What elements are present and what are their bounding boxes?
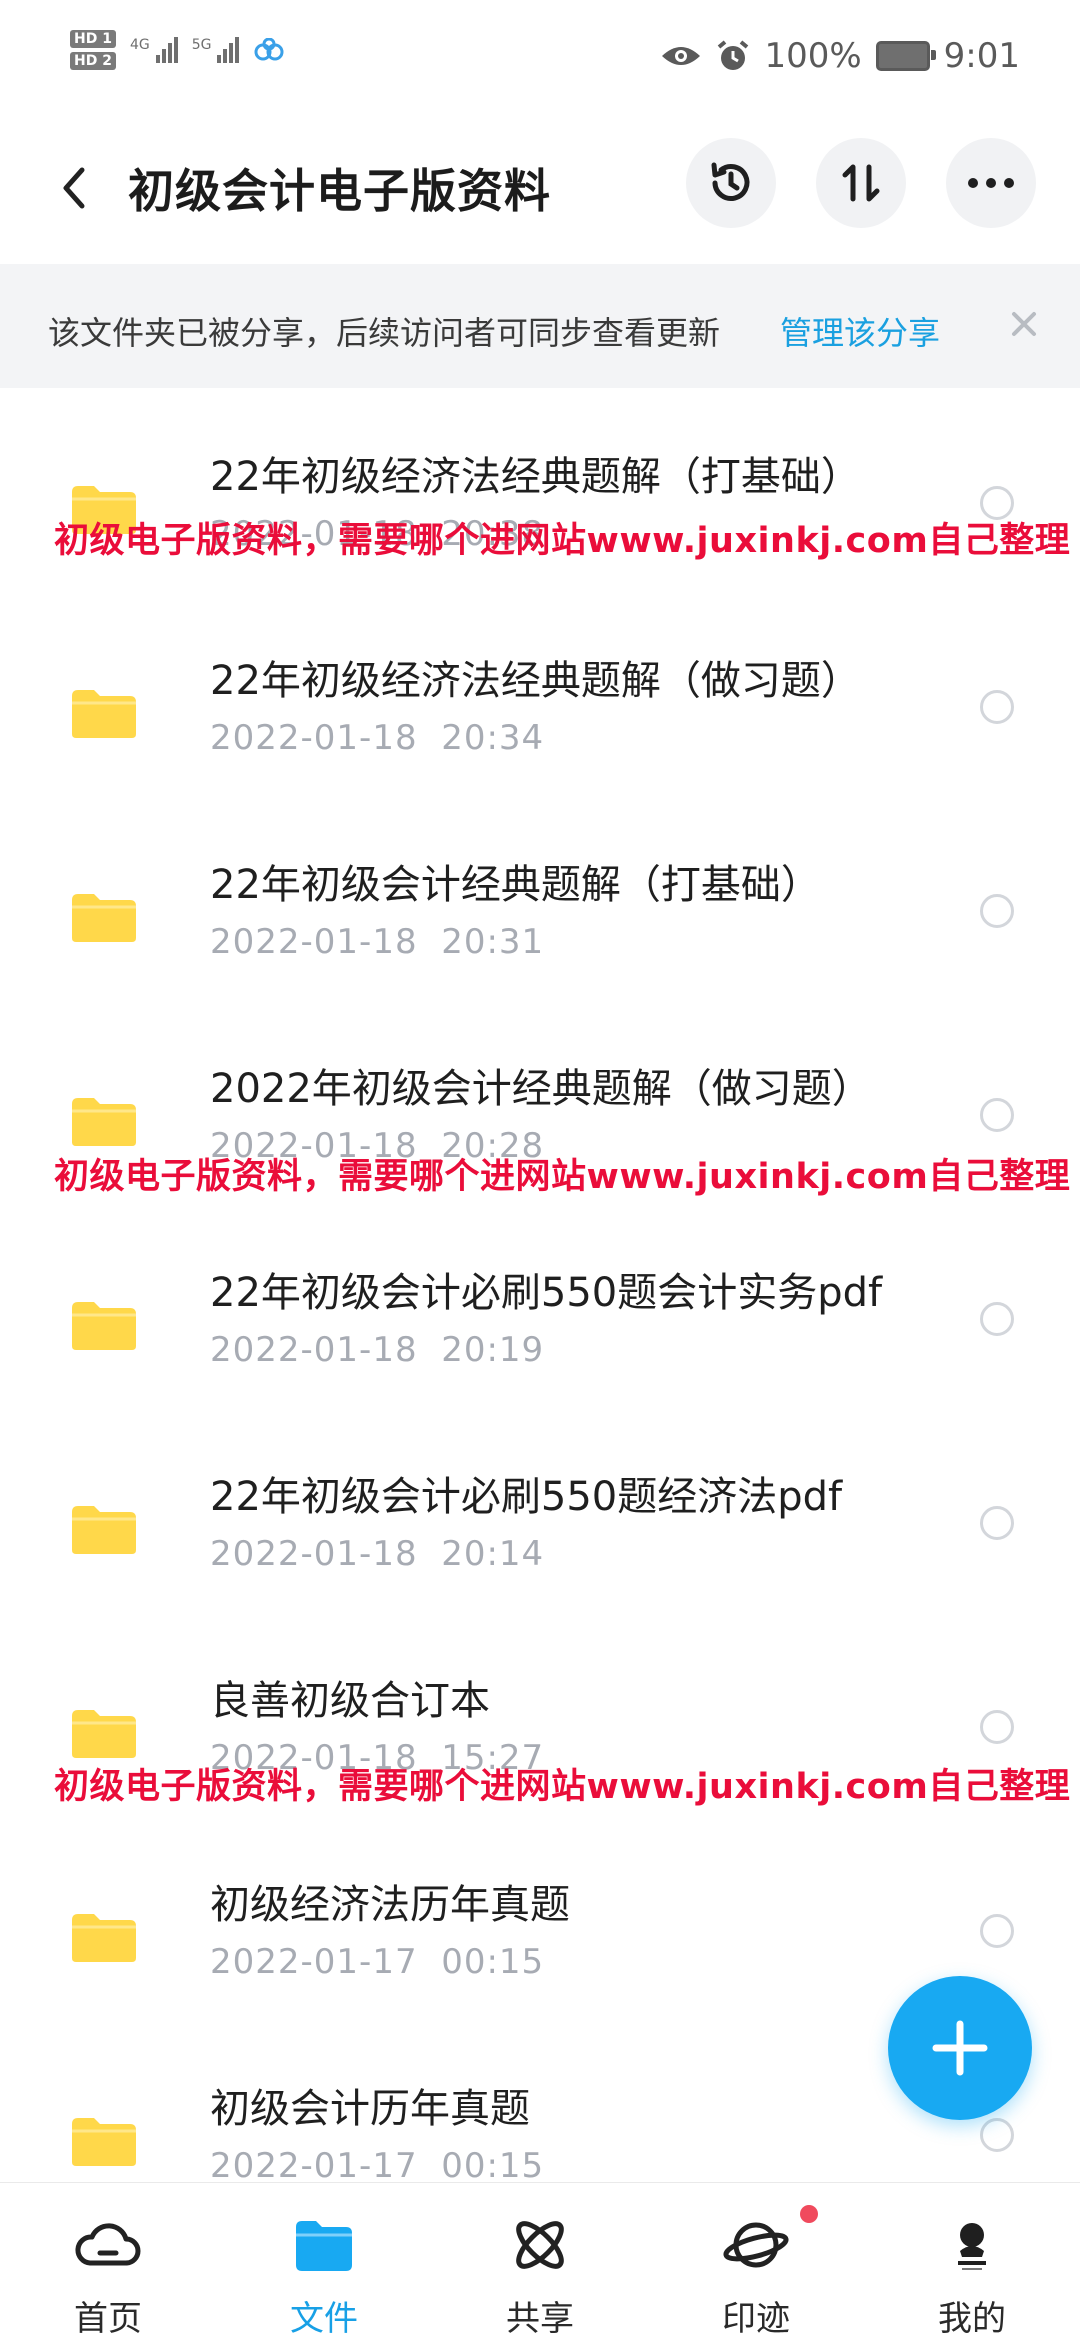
more-button[interactable]: [946, 138, 1036, 228]
file-name: 22年初级经济法经典题解（做习题）: [210, 658, 861, 704]
network-type-1: 4G: [129, 37, 150, 53]
folder-icon: [72, 1098, 136, 1146]
status-bar: HD 1 HD 2 4G 5G 100% 9:01: [0, 0, 1080, 120]
back-arrow-icon[interactable]: [50, 158, 100, 218]
nav-me-label: 我的: [938, 2299, 1006, 2339]
folder-icon: [72, 1914, 136, 1962]
bottom-nav: 首页 文件 共享 印迹 我的: [0, 2182, 1080, 2341]
network-type-2: 5G: [191, 37, 212, 53]
signal-1-icon: 4G: [130, 37, 178, 63]
file-name: 22年初级会计必刷550题会计实务pdf: [210, 1270, 883, 1316]
folder-icon: [72, 1302, 136, 1350]
nav-footprint-label: 印迹: [722, 2299, 790, 2339]
nav-share[interactable]: 共享: [432, 2183, 648, 2341]
close-icon[interactable]: [1002, 302, 1046, 346]
file-date: 2022-01-18 20:31: [210, 922, 545, 962]
folder-icon: [296, 2221, 352, 2271]
folder-icon: [72, 1506, 136, 1554]
signal-2-icon: 5G: [192, 37, 240, 63]
sort-icon: [842, 164, 880, 202]
file-row[interactable]: 22年初级会计必刷550题经济法pdf 2022-01-18 20:14: [0, 1424, 1080, 1628]
hd1-badge: HD 1: [70, 30, 116, 48]
link-icon: [254, 38, 284, 61]
file-date: 2022-01-18 20:34: [210, 718, 545, 758]
more-icon: [968, 178, 1014, 188]
file-name: 初级经济法历年真题: [210, 1882, 570, 1928]
share-banner-text: 该文件夹已被分享，后续访问者可同步查看更新: [48, 314, 721, 352]
file-date: 2022-01-18 20:14: [210, 1534, 545, 1574]
nav-share-label: 共享: [506, 2299, 574, 2339]
nav-home-label: 首页: [74, 2299, 142, 2339]
hd-indicators: HD 1 HD 2: [70, 30, 116, 70]
select-radio[interactable]: [980, 1710, 1014, 1744]
share-banner: 该文件夹已被分享，后续访问者可同步查看更新 管理该分享: [0, 264, 1080, 388]
file-row[interactable]: 22年初级会计必刷550题会计实务pdf 2022-01-18 20:19: [0, 1220, 1080, 1424]
watermark-text: 初级电子版资料，需要哪个进网站www.juxinkj.com自己整理: [54, 1157, 1071, 1197]
select-radio[interactable]: [980, 894, 1014, 928]
history-button[interactable]: [686, 138, 776, 228]
select-radio[interactable]: [980, 2118, 1014, 2152]
select-radio[interactable]: [980, 1914, 1014, 1948]
eye-icon: [662, 47, 701, 65]
notification-dot: [800, 2205, 818, 2223]
add-fab-button[interactable]: [888, 1976, 1032, 2120]
status-right: 100% 9:01: [660, 36, 1020, 76]
battery-icon: [875, 41, 936, 71]
hd2-badge: HD 2: [70, 52, 116, 70]
history-icon: [711, 162, 750, 201]
atom-icon: [516, 2221, 564, 2269]
file-name: 2022年初级会计经典题解（做习题）: [210, 1066, 872, 1112]
cloud-home-icon: [75, 2223, 141, 2266]
watermark-text: 初级电子版资料，需要哪个进网站www.juxinkj.com自己整理: [54, 521, 1071, 561]
file-name: 22年初级经济法经典题解（打基础）: [210, 454, 861, 500]
app-header: 初级会计电子版资料: [0, 120, 1080, 260]
file-name: 初级会计历年真题: [210, 2086, 530, 2132]
file-date: 2022-01-17 00:15: [210, 2146, 545, 2186]
select-radio[interactable]: [980, 1302, 1014, 1336]
nav-files[interactable]: 文件: [216, 2183, 432, 2341]
file-row[interactable]: 22年初级会计经典题解（打基础） 2022-01-18 20:31: [0, 812, 1080, 1016]
nav-files-label: 文件: [290, 2299, 358, 2339]
watermark-text: 初级电子版资料，需要哪个进网站www.juxinkj.com自己整理: [54, 1767, 1071, 1807]
file-name: 良善初级合订本: [210, 1678, 490, 1724]
file-name: 22年初级会计必刷550题经济法pdf: [210, 1474, 843, 1520]
plus-icon: [932, 2020, 988, 2076]
planet-icon: [723, 2222, 789, 2268]
avatar: [958, 2223, 986, 2270]
file-date: 2022-01-17 00:15: [210, 1942, 545, 1982]
nav-home[interactable]: 首页: [0, 2183, 216, 2341]
nav-me[interactable]: 我的: [864, 2183, 1080, 2341]
battery-percent: 100%: [764, 36, 862, 76]
file-name: 22年初级会计经典题解（打基础）: [210, 862, 821, 908]
folder-icon: [72, 1710, 136, 1758]
select-radio[interactable]: [980, 1098, 1014, 1132]
file-row[interactable]: 22年初级经济法经典题解（打基础） 2022-01-18 20:38: [0, 404, 1080, 608]
file-date: 2022-01-18 20:19: [210, 1330, 545, 1370]
manage-share-link[interactable]: 管理该分享: [780, 308, 940, 354]
file-row[interactable]: 22年初级经济法经典题解（做习题） 2022-01-18 20:34: [0, 608, 1080, 812]
folder-icon: [72, 690, 136, 738]
select-radio[interactable]: [980, 690, 1014, 724]
page-title: 初级会计电子版资料: [128, 164, 551, 218]
clock: 9:01: [943, 36, 1020, 76]
select-radio[interactable]: [980, 1506, 1014, 1540]
folder-icon: [72, 2118, 136, 2166]
nav-footprint[interactable]: 印迹: [648, 2183, 864, 2341]
alarm-icon: [718, 40, 749, 70]
sort-button[interactable]: [816, 138, 906, 228]
folder-icon: [72, 894, 136, 942]
status-left: HD 1 HD 2 4G 5G: [70, 30, 285, 70]
